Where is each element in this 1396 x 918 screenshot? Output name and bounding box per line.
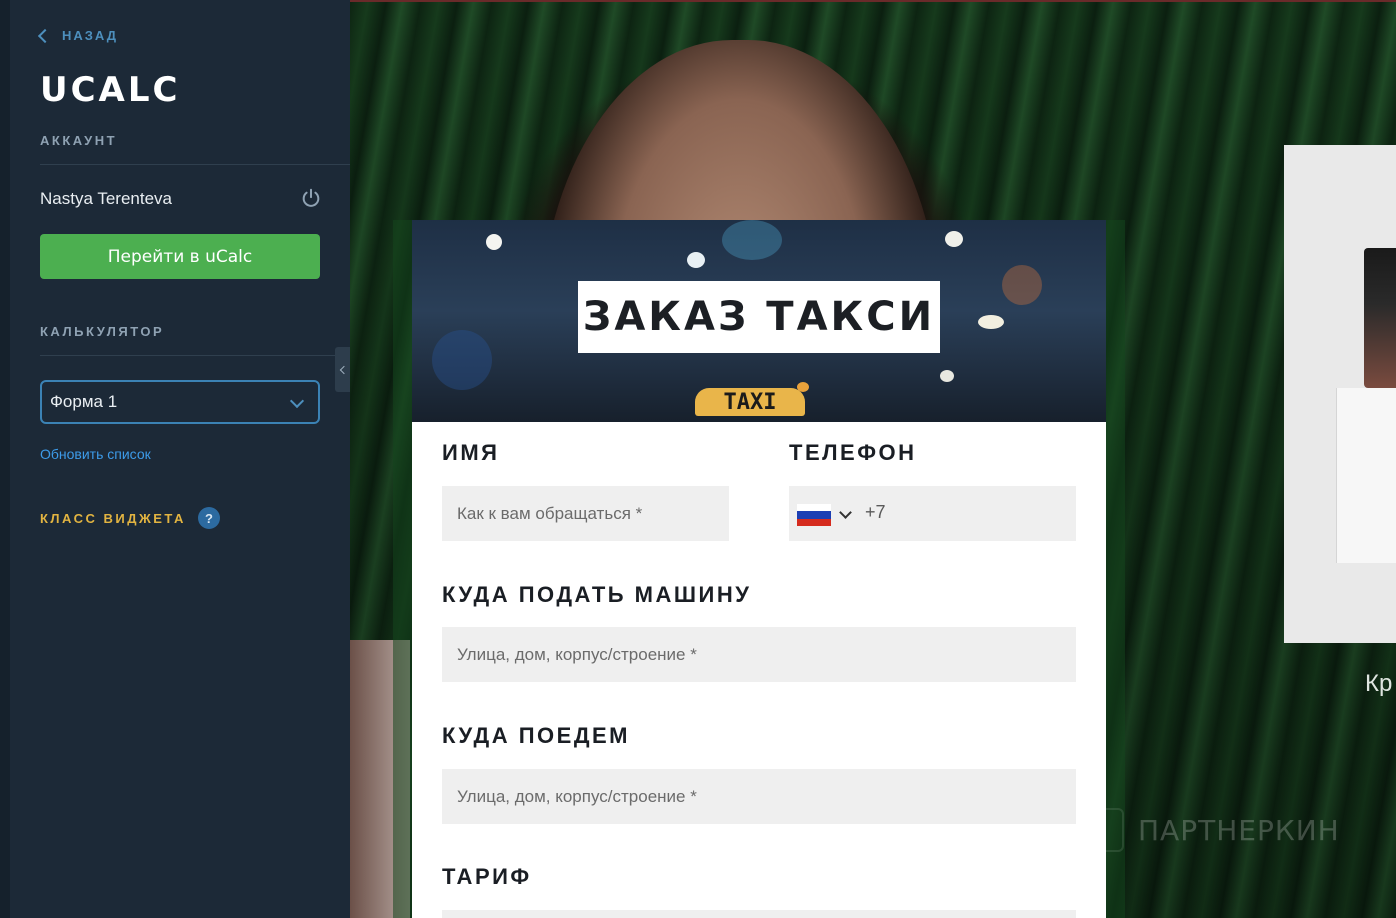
sidebar-collapse-handle[interactable] — [335, 347, 350, 392]
pickup-address-placeholder: Улица, дом, корпус/строение * — [457, 644, 697, 664]
taxi-sign: TAXI — [695, 388, 805, 416]
form-select-value: Форма 1 — [50, 392, 118, 411]
calculator-heading: КАЛЬКУЛЯТОР — [40, 324, 165, 339]
bokeh-light — [687, 252, 705, 268]
chevron-down-icon — [289, 393, 305, 409]
bokeh-light — [945, 231, 963, 247]
go-to-ucalc-button[interactable]: Перейти в uCalc — [40, 234, 320, 279]
bokeh-light — [486, 234, 502, 250]
product-caption: Кр — [1365, 670, 1393, 697]
destination-address-placeholder: Улица, дом, корпус/строение * — [457, 786, 697, 806]
pickup-label: КУДА ПОДАТЬ МАШИНУ — [442, 582, 752, 607]
chevron-down-icon[interactable] — [839, 506, 852, 519]
back-label: НАЗАД — [62, 28, 119, 43]
bokeh-light — [432, 330, 492, 390]
back-link[interactable]: НАЗАД — [37, 28, 119, 43]
top-strip — [350, 0, 1396, 2]
hero-title-box: ЗАКАЗ ТАКСИ — [578, 281, 940, 353]
product-jar — [1364, 248, 1396, 388]
sidebar: НАЗАД UCALC АККАУНТ Nastya Terenteva Пер… — [0, 0, 350, 918]
help-icon[interactable]: ? — [197, 507, 220, 529]
widget-class-row: КЛАСС ВИДЖЕТА ? — [40, 507, 220, 529]
destination-label: КУДА ПОЕДЕМ — [442, 723, 630, 748]
phone-input[interactable]: +7 — [789, 486, 1076, 541]
tariff-label: ТАРИФ — [442, 864, 532, 889]
name-input[interactable]: Как к вам обращаться * — [442, 486, 729, 541]
widget-class-label: КЛАСС ВИДЖЕТА — [40, 510, 186, 526]
bokeh-light — [722, 220, 782, 260]
name-input-placeholder: Как к вам обращаться * — [457, 503, 643, 523]
refresh-list-link[interactable]: Обновить список — [40, 446, 151, 462]
user-name: Nastya Terenteva — [40, 189, 172, 208]
collapse-chevron-icon — [339, 365, 349, 374]
calculator-divider — [40, 355, 350, 356]
bokeh-light — [978, 315, 1004, 329]
chevron-left-icon — [37, 28, 53, 43]
power-icon[interactable] — [300, 187, 322, 209]
taxi-order-widget: ЗАКАЗ ТАКСИ TAXI ИМЯ Как к вам обращатьс… — [412, 220, 1106, 918]
taxi-sign-text: TAXI — [723, 389, 777, 415]
tariff-select[interactable] — [442, 910, 1076, 918]
pickup-address-input[interactable]: Улица, дом, корпус/строение * — [442, 627, 1076, 682]
bokeh-light — [1002, 265, 1042, 305]
form-select[interactable]: Форма 1 — [40, 380, 320, 424]
hero-banner: ЗАКАЗ ТАКСИ TAXI — [412, 220, 1106, 422]
hero-title: ЗАКАЗ ТАКСИ — [582, 294, 936, 340]
phone-label: ТЕЛЕФОН — [789, 440, 917, 465]
destination-address-input[interactable]: Улица, дом, корпус/строение * — [442, 769, 1076, 824]
account-heading: АККАУНТ — [40, 133, 118, 148]
product-box — [1336, 388, 1396, 563]
watermark-text: ПАРТНЕРКИН — [1138, 813, 1340, 847]
bokeh-light — [940, 370, 954, 382]
russia-flag-icon[interactable] — [797, 504, 831, 526]
name-label: ИМЯ — [442, 440, 500, 465]
account-divider — [40, 164, 350, 165]
phone-prefix: +7 — [865, 502, 886, 522]
ucalc-logo: UCALC — [40, 70, 181, 110]
